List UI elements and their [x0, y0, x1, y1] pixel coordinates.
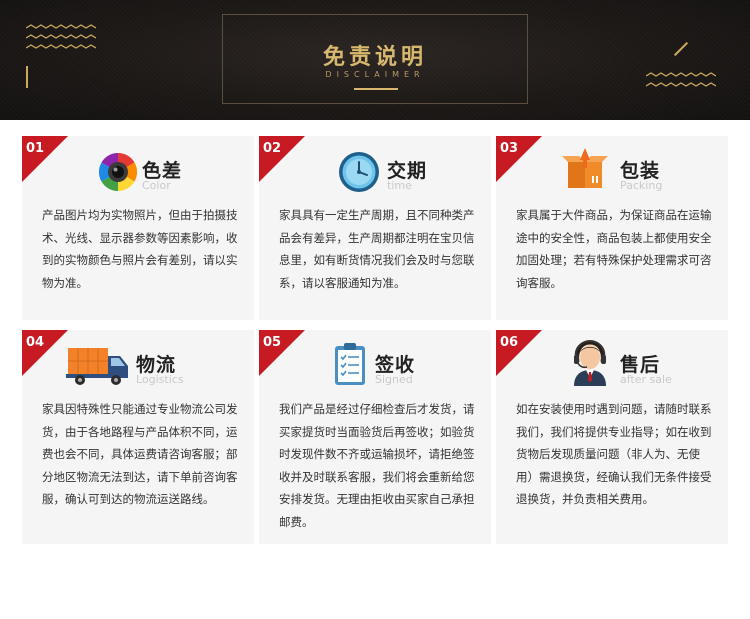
customer-service-headset-icon [574, 340, 606, 386]
card-number: 03 [500, 141, 519, 156]
wave-decoration-left [26, 24, 96, 49]
card-number: 06 [500, 335, 519, 350]
card-number: 01 [26, 141, 45, 156]
camera-lens-icon [98, 152, 138, 192]
title-underline [354, 88, 398, 90]
delivery-truck-icon [66, 348, 128, 385]
card-subtitle: Packing [620, 179, 663, 192]
card-logistics: 04 物流 Logistics 家具因特殊性只能通过专业物流公司发货，由于各地路… [22, 330, 254, 544]
title-frame: 免责说明 DISCLAIMER [222, 14, 528, 104]
card-description: 家具具有一定生产周期，且不同种类产品会有差异，生产周期都注明在宝贝信息里，如有断… [279, 208, 475, 290]
card-subtitle: time [387, 179, 412, 192]
card-color: 01 色差 Color 产品图片均为实物照片，但由于拍摄技术、光线、显示器参数等… [22, 136, 254, 320]
clipboard-checklist-icon [335, 343, 365, 385]
package-box-icon [562, 148, 608, 188]
clock-icon [339, 152, 379, 192]
wave-decoration-right [646, 72, 716, 87]
card-after-sale: 06 售后 after sale 如在安装使用时遇到问题，请随时联系我们，我们将… [496, 330, 728, 544]
card-signed: 05 签收 Signed 我们产品是经过仔细检查后才发货，请买家提货时当面验货后… [259, 330, 491, 544]
card-subtitle: Logistics [136, 373, 184, 386]
card-time: 02 交期 time 家具具有一定生产周期，且不同种类产品会有差异，生产周期都注… [259, 136, 491, 320]
card-number: 05 [263, 335, 282, 350]
slash-decoration [673, 41, 689, 57]
card-description: 我们产品是经过仔细检查后才发货，请买家提货时当面验货后再签收；如验货时发现件数不… [279, 402, 475, 529]
card-description: 家具因特殊性只能通过专业物流公司发货，由于各地路程与产品体积不同，运费也会不同，… [42, 402, 238, 506]
card-subtitle: after sale [620, 373, 672, 386]
page-subtitle: DISCLAIMER [325, 70, 425, 79]
card-number: 04 [26, 335, 45, 350]
card-description: 如在安装使用时遇到问题，请随时联系我们，我们将提供专业指导；如在收到货物后发现质… [516, 402, 712, 506]
card-description: 产品图片均为实物照片，但由于拍摄技术、光线、显示器参数等因素影响，收到的实物颜色… [42, 208, 238, 290]
header-banner: 免责说明 DISCLAIMER [0, 0, 750, 120]
card-description: 家具属于大件商品，为保证商品在运输途中的安全性，商品包装上都使用安全加固处理；若… [516, 208, 712, 290]
card-subtitle: Signed [375, 373, 413, 386]
card-number: 02 [263, 141, 282, 156]
gold-line-decoration [26, 66, 28, 88]
page-title: 免责说明 [322, 45, 427, 70]
card-packing: 03 包装 Packing 家具属于大件商品，为保证商品在运输途中的安全性，商品… [496, 136, 728, 320]
card-subtitle: Color [142, 179, 171, 192]
